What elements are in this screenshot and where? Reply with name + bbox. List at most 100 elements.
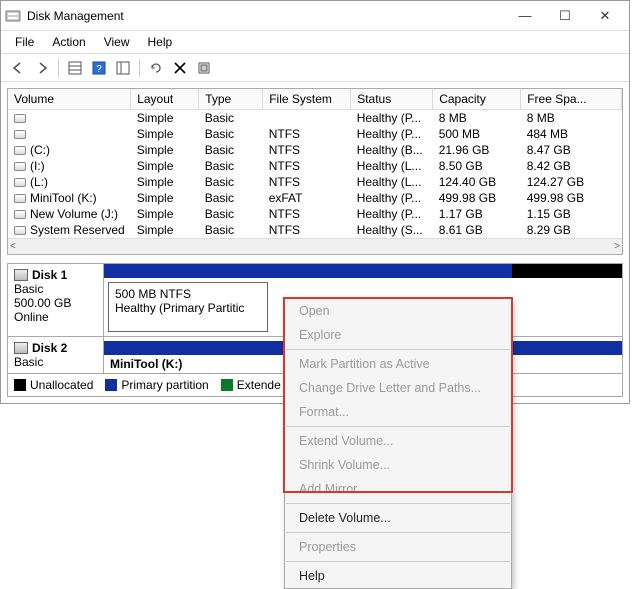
cell-volume: (L:) [8,174,131,190]
back-button[interactable] [7,57,29,79]
cell-status: Healthy (B... [351,142,433,158]
maximize-button[interactable]: ☐ [545,2,585,30]
disk-2-header[interactable]: Disk 2 Basic [8,337,104,373]
ctx-open[interactable]: Open [285,299,511,323]
ctx-mark-active[interactable]: Mark Partition as Active [285,352,511,376]
cell-volume: MiniTool (K:) [8,190,131,206]
ctx-extend-volume[interactable]: Extend Volume... [285,429,511,453]
cell-type: Basic [199,158,263,174]
scroll-right-icon[interactable]: > [614,241,620,252]
cell-status: Healthy (L... [351,174,433,190]
disk-1-size: 500.00 GB [14,296,97,310]
col-layout[interactable]: Layout [131,89,199,110]
properties-button[interactable] [112,57,134,79]
col-volume[interactable]: Volume [8,89,131,110]
col-filesystem[interactable]: File System [263,89,351,110]
ctx-separator [286,503,510,504]
forward-button[interactable] [31,57,53,79]
settings-button[interactable] [193,57,215,79]
volume-list-panel: Volume Layout Type File System Status Ca… [7,88,623,255]
cell-capacity: 8 MB [433,110,521,127]
ctx-shrink-volume[interactable]: Shrink Volume... [285,453,511,477]
cell-capacity: 8.50 GB [433,158,521,174]
ctx-format[interactable]: Format... [285,400,511,424]
volume-icon [14,194,26,203]
legend-box-black [14,379,26,391]
cell-free: 499.98 GB [521,190,622,206]
toolbar-separator [139,59,140,77]
disk-1-partition-box[interactable]: 500 MB NTFS Healthy (Primary Partitic [108,282,268,332]
menu-help[interactable]: Help [140,33,181,51]
cell-capacity: 8.61 GB [433,222,521,238]
cell-type: Basic [199,110,263,127]
legend-primary: Primary partition [105,378,208,392]
refresh-button[interactable] [145,57,167,79]
col-type[interactable]: Type [199,89,263,110]
cell-layout: Simple [131,142,199,158]
cell-fs: NTFS [263,174,351,190]
cell-status: Healthy (P... [351,206,433,222]
ctx-add-mirror[interactable]: Add Mirror... [285,477,511,501]
ctx-change-drive-letter[interactable]: Change Drive Letter and Paths... [285,376,511,400]
close-button[interactable]: ✕ [585,2,625,30]
table-row[interactable]: New Volume (J:)SimpleBasicNTFSHealthy (P… [8,206,622,222]
table-row[interactable]: SimpleBasicNTFSHealthy (P...500 MB484 MB [8,126,622,142]
cell-capacity: 500 MB [433,126,521,142]
table-row[interactable]: MiniTool (K:)SimpleBasicexFATHealthy (P.… [8,190,622,206]
context-menu: Open Explore Mark Partition as Active Ch… [284,298,512,589]
cell-free: 8.29 GB [521,222,622,238]
cell-free: 124.27 GB [521,174,622,190]
menu-action[interactable]: Action [44,33,93,51]
cell-capacity: 1.17 GB [433,206,521,222]
cell-capacity: 124.40 GB [433,174,521,190]
cell-type: Basic [199,206,263,222]
disk-1-unallocated-segment[interactable] [512,264,622,278]
table-row[interactable]: (C:)SimpleBasicNTFSHealthy (B...21.96 GB… [8,142,622,158]
delete-button[interactable] [169,57,191,79]
cell-layout: Simple [131,222,199,238]
menu-file[interactable]: File [7,33,42,51]
disk-1-primary-segment[interactable] [104,264,274,278]
menu-view[interactable]: View [96,33,138,51]
ctx-separator [286,426,510,427]
view-list-button[interactable] [64,57,86,79]
cell-layout: Simple [131,126,199,142]
cell-fs: NTFS [263,158,351,174]
ctx-properties[interactable]: Properties [285,535,511,559]
cell-layout: Simple [131,158,199,174]
cell-type: Basic [199,222,263,238]
disk-1-type: Basic [14,282,97,296]
col-status[interactable]: Status [351,89,433,110]
ctx-separator [286,532,510,533]
table-row[interactable]: System ReservedSimpleBasicNTFSHealthy (S… [8,222,622,238]
ctx-help[interactable]: Help [285,564,511,588]
disk-1-bar [104,264,622,278]
table-row[interactable]: (L:)SimpleBasicNTFSHealthy (L...124.40 G… [8,174,622,190]
volume-table: Volume Layout Type File System Status Ca… [8,89,622,238]
cell-fs [263,110,351,127]
minimize-button[interactable]: — [505,2,545,30]
volume-icon [14,162,26,171]
col-freespace[interactable]: Free Spa... [521,89,622,110]
table-row[interactable]: SimpleBasicHealthy (P...8 MB8 MB [8,110,622,127]
partition-status-label: Healthy (Primary Partitic [115,301,261,315]
disk-1-primary-segment-2[interactable] [274,264,512,278]
cell-fs: NTFS [263,222,351,238]
legend-box-blue [105,379,117,391]
table-row[interactable]: (I:)SimpleBasicNTFSHealthy (L...8.50 GB8… [8,158,622,174]
cell-capacity: 21.96 GB [433,142,521,158]
ctx-separator [286,561,510,562]
ctx-separator [286,349,510,350]
disk-2-name: Disk 2 [32,341,67,355]
col-capacity[interactable]: Capacity [433,89,521,110]
cell-type: Basic [199,190,263,206]
help-button[interactable]: ? [88,57,110,79]
ctx-delete-volume[interactable]: Delete Volume... [285,506,511,530]
ctx-explore[interactable]: Explore [285,323,511,347]
horizontal-scrollbar[interactable]: < > [8,238,622,254]
scroll-left-icon[interactable]: < [10,241,16,252]
disk-1-header[interactable]: Disk 1 Basic 500.00 GB Online [8,264,104,336]
cell-status: Healthy (L... [351,158,433,174]
cell-status: Healthy (P... [351,110,433,127]
volume-icon [14,146,26,155]
